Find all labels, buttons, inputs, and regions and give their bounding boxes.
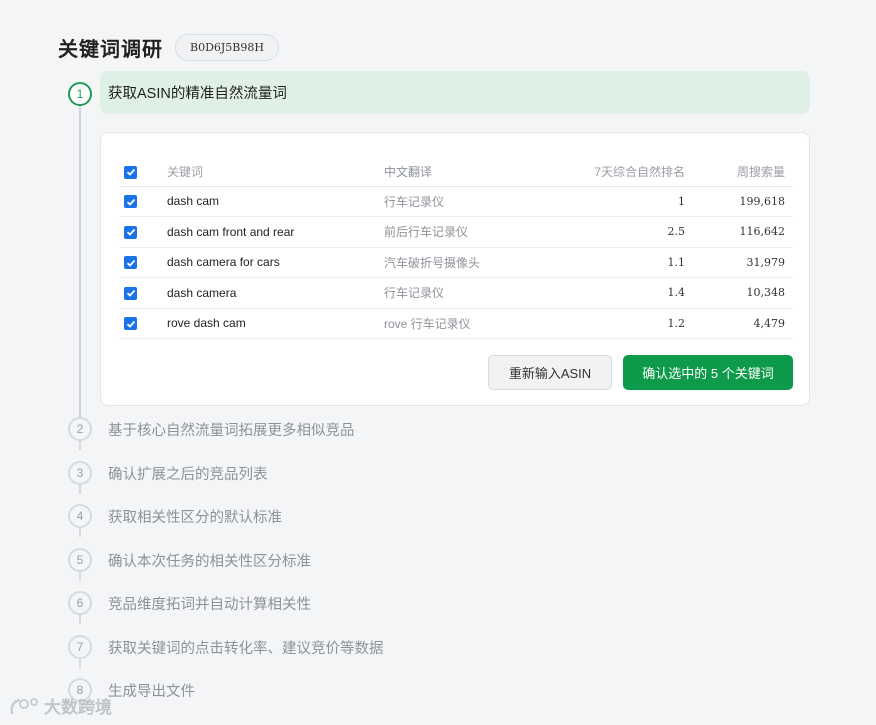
column-header-translation: 中文翻译 <box>384 158 554 187</box>
row-checkbox[interactable] <box>124 317 137 331</box>
volume-cell: 4,479 <box>690 308 793 339</box>
timeline-connector <box>79 484 81 494</box>
keyword-cell: dash cam <box>167 186 384 217</box>
translation-cell: 行车记录仪 <box>384 277 554 309</box>
timeline-connector <box>79 614 81 624</box>
translation-cell: 汽车破折号摄像头 <box>384 247 554 278</box>
select-all-cell <box>119 158 167 187</box>
timeline-connector <box>79 658 81 668</box>
keyword-cell: dash camera <box>167 277 384 309</box>
volume-cell: 10,348 <box>690 277 793 309</box>
step-4-label: 获取相关性区分的默认标准 <box>108 510 282 526</box>
timeline-connector <box>79 527 81 537</box>
timeline-connector <box>79 440 81 450</box>
column-header-rank[interactable]: 7天综合自然排名 <box>554 158 690 187</box>
step-3-indicator: 3 <box>68 461 92 485</box>
step-5-indicator: 5 <box>68 548 92 572</box>
table-row[interactable]: dash camera for cars 汽车破折号摄像头 1.1 31,979 <box>119 247 793 278</box>
translation-cell: rove 行车记录仪 <box>384 308 554 339</box>
column-header-volume[interactable]: 周搜索量 <box>690 158 793 187</box>
timeline-connector <box>79 571 81 581</box>
volume-cell: 31,979 <box>690 247 793 278</box>
row-checkbox-cell <box>119 247 167 278</box>
confirm-keywords-button[interactable]: 确认选中的 5 个关键词 <box>623 355 793 390</box>
row-checkbox[interactable] <box>124 286 137 300</box>
step-6-label: 竞品维度拓词并自动计算相关性 <box>108 597 311 613</box>
keyword-table: 关键词 中文翻译 7天综合自然排名 周搜索量 dash cam 行车记录仪 1 … <box>119 158 793 339</box>
row-checkbox[interactable] <box>124 256 137 270</box>
table-row[interactable]: dash cam 行车记录仪 1 199,618 <box>119 186 793 217</box>
row-checkbox-cell <box>119 216 167 248</box>
step-7-indicator: 7 <box>68 635 92 659</box>
asin-badge: B0D6J5B98H <box>175 34 279 61</box>
table-row[interactable]: dash camera 行车记录仪 1.4 10,348 <box>119 277 793 309</box>
volume-cell: 199,618 <box>690 186 793 217</box>
page-title: 关键词调研 <box>58 39 163 61</box>
step-6-indicator: 6 <box>68 591 92 615</box>
rank-cell: 2.5 <box>554 216 690 248</box>
step-1-indicator: 1 <box>68 82 92 106</box>
reenter-asin-button[interactable]: 重新输入ASIN <box>488 355 612 390</box>
volume-cell: 116,642 <box>690 216 793 248</box>
timeline-line <box>79 106 81 424</box>
step-1-header[interactable]: 获取ASIN的精准自然流量词 <box>100 71 810 114</box>
keyword-selection-card: 关键词 中文翻译 7天综合自然排名 周搜索量 dash cam 行车记录仪 1 … <box>100 132 810 406</box>
row-checkbox-cell <box>119 277 167 309</box>
step-4-indicator: 4 <box>68 504 92 528</box>
rank-cell: 1 <box>554 186 690 217</box>
row-checkbox-cell <box>119 186 167 217</box>
watermark-logo-icon <box>10 697 38 714</box>
table-header-row: 关键词 中文翻译 7天综合自然排名 周搜索量 <box>119 158 793 187</box>
rank-cell: 1.2 <box>554 308 690 339</box>
row-checkbox-cell <box>119 308 167 339</box>
step-3-label: 确认扩展之后的竞品列表 <box>108 467 268 483</box>
row-checkbox[interactable] <box>124 195 137 209</box>
watermark-text: 大数跨境 <box>44 698 112 717</box>
column-header-keyword: 关键词 <box>167 158 384 187</box>
step-2-indicator: 2 <box>68 417 92 441</box>
step-1-label: 获取ASIN的精准自然流量词 <box>108 86 287 102</box>
keyword-cell: dash cam front and rear <box>167 216 384 248</box>
table-row[interactable]: rove dash cam rove 行车记录仪 1.2 4,479 <box>119 308 793 339</box>
step-8-label: 生成导出文件 <box>108 684 195 700</box>
keyword-cell: dash camera for cars <box>167 247 384 278</box>
rank-cell: 1.1 <box>554 247 690 278</box>
step-7-label: 获取关键词的点击转化率、建议竞价等数据 <box>108 641 384 657</box>
row-checkbox[interactable] <box>124 225 137 239</box>
rank-cell: 1.4 <box>554 277 690 309</box>
keyword-cell: rove dash cam <box>167 308 384 339</box>
table-row[interactable]: dash cam front and rear 前后行车记录仪 2.5 116,… <box>119 216 793 248</box>
watermark: 大数跨境 <box>8 693 112 718</box>
select-all-checkbox[interactable] <box>124 165 137 179</box>
translation-cell: 前后行车记录仪 <box>384 216 554 248</box>
page-header: 关键词调研 B0D6J5B98H <box>58 33 279 62</box>
step-5-label: 确认本次任务的相关性区分标准 <box>108 554 311 570</box>
translation-cell: 行车记录仪 <box>384 186 554 217</box>
step-2-label: 基于核心自然流量词拓展更多相似竞品 <box>108 423 355 439</box>
